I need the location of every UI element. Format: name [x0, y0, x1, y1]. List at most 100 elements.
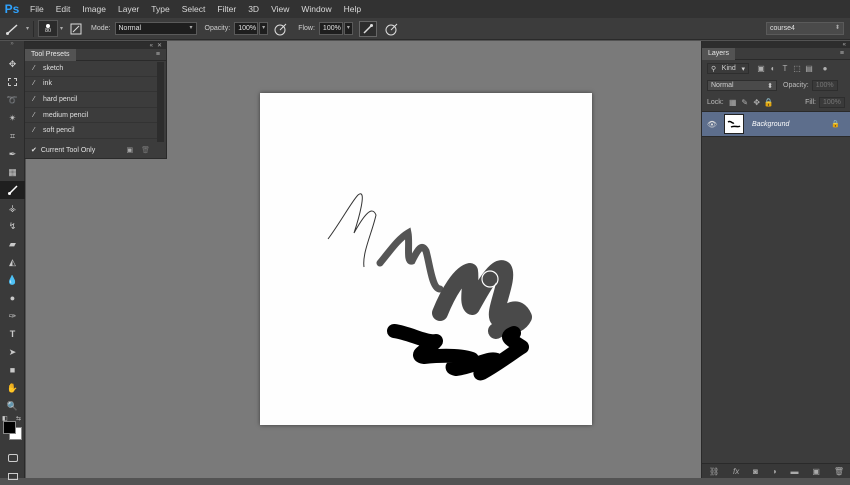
current-tool-only-label[interactable]: Current Tool Only [41, 147, 95, 154]
menu-3d[interactable]: 3D [242, 0, 265, 18]
trash-icon[interactable]: 🗑 [141, 146, 150, 154]
fill-label: Fill: [805, 99, 816, 106]
opacity-slider-toggle[interactable]: ▾ [259, 22, 269, 35]
brush-tool-icon[interactable] [0, 181, 25, 199]
menu-edit[interactable]: Edit [50, 0, 77, 18]
workspace-select[interactable]: course4 ⬍ [766, 22, 844, 35]
crop-tool-icon[interactable]: ⌗ [0, 127, 25, 145]
airbrush-icon[interactable] [358, 20, 377, 37]
filter-adjustment-icon[interactable]: ◐ [767, 64, 779, 73]
zoom-tool-icon[interactable]: 🔍 [0, 397, 25, 415]
history-brush-tool-icon[interactable]: ↯ [0, 217, 25, 235]
panel-menu-icon[interactable]: ≡ [840, 50, 844, 57]
preset-item-hard-pencil[interactable]: ⁄ hard pencil [25, 92, 157, 108]
marquee-tool-icon[interactable] [0, 73, 25, 91]
menu-view[interactable]: View [265, 0, 295, 18]
pressure-opacity-icon[interactable] [272, 21, 290, 37]
paint-bucket-tool-icon[interactable]: ◭ [0, 253, 25, 271]
new-preset-icon[interactable]: ▣ [126, 146, 133, 154]
menu-layer[interactable]: Layer [112, 0, 145, 18]
pen-tool-icon[interactable]: ✑ [0, 307, 25, 325]
opacity-input[interactable]: 100% [234, 22, 259, 35]
clone-stamp-tool-icon[interactable]: ⚶ [0, 199, 25, 217]
swap-colors-icon[interactable]: ⇆ [16, 415, 21, 422]
quick-mask-shape [7, 454, 18, 462]
tab-layers[interactable]: Layers [702, 47, 736, 60]
layer-opacity-input[interactable]: 100% [811, 80, 838, 91]
menu-help[interactable]: Help [338, 0, 367, 18]
healing-brush-tool-icon[interactable]: ▦ [0, 163, 25, 181]
foreground-color-swatch[interactable] [3, 421, 16, 434]
brush-panel-toggle-icon[interactable] [67, 21, 85, 37]
lock-pixels-icon[interactable]: ✎ [739, 98, 751, 107]
type-tool-icon[interactable]: T [0, 325, 25, 343]
preset-label: soft pencil [43, 127, 75, 135]
preset-item-soft-pencil[interactable]: ⁄ soft pencil [25, 123, 157, 139]
fill-input[interactable]: 100% [819, 97, 845, 108]
layer-name[interactable]: Background [752, 121, 789, 128]
close-panel-icon[interactable]: ✕ [157, 42, 162, 49]
collapse-panel-icon[interactable]: « [843, 42, 846, 48]
preset-item-medium-pencil[interactable]: ⁄ medium pencil [25, 108, 157, 124]
flow-input[interactable]: 100% [318, 22, 343, 35]
preset-item-ink[interactable]: ⁄ ink [25, 77, 157, 93]
mode-select[interactable]: Normal ▾ [114, 22, 197, 35]
path-selection-tool-icon[interactable]: ➤ [0, 343, 25, 361]
quick-mask-icon[interactable] [0, 449, 25, 467]
filter-kind-select[interactable]: ⚲ Kind ▾ [707, 63, 749, 74]
brush-tool-preset-icon[interactable] [0, 21, 26, 37]
link-layers-icon[interactable]: ⛓ [709, 467, 719, 476]
layer-style-icon[interactable]: fx [733, 467, 739, 476]
filter-type-icon[interactable]: T [779, 64, 791, 73]
filter-shape-icon[interactable]: ⬚ [791, 64, 803, 73]
chevron-down-icon[interactable]: ▾ [60, 25, 63, 32]
move-tool-icon[interactable]: ✥ [0, 55, 25, 73]
tool-presets-tabbar: Tool Presets ≡ [25, 48, 166, 61]
lock-all-icon[interactable]: 🔒 [763, 98, 775, 107]
adjustment-layer-icon[interactable]: ◑ [772, 467, 777, 476]
menu-window[interactable]: Window [295, 0, 337, 18]
preset-item-sketch[interactable]: ⁄ sketch [25, 61, 157, 77]
add-mask-icon[interactable]: ◙ [753, 467, 758, 476]
new-layer-icon[interactable]: ▣ [812, 467, 820, 476]
filter-smart-object-icon[interactable]: ▤ [803, 64, 815, 73]
trash-icon[interactable]: 🗑 [834, 467, 844, 476]
dodge-tool-icon[interactable]: ● [0, 289, 25, 307]
brush-size-picker[interactable]: 80 [38, 20, 59, 37]
chevron-down-icon: ▾ [189, 25, 193, 31]
screen-mode-icon[interactable] [0, 467, 25, 485]
marquee-shape [8, 78, 17, 86]
eyedropper-tool-icon[interactable]: ✒ [0, 145, 25, 163]
medium-pencil-stroke [376, 227, 444, 293]
checkmark-icon[interactable]: ✔ [31, 146, 37, 154]
pressure-size-icon[interactable] [383, 21, 401, 37]
menu-select[interactable]: Select [176, 0, 212, 18]
panel-menu-icon[interactable]: ≡ [156, 51, 160, 58]
blur-tool-icon[interactable]: 💧 [0, 271, 25, 289]
menu-type[interactable]: Type [145, 0, 175, 18]
filter-pixel-icon[interactable]: ▣ [755, 64, 767, 73]
hand-tool-icon[interactable]: ✋ [0, 379, 25, 397]
rectangle-tool-icon[interactable]: ■ [0, 361, 25, 379]
flow-slider-toggle[interactable]: ▾ [343, 22, 353, 35]
filter-toggle-icon[interactable]: ● [819, 64, 831, 73]
chevron-down-icon[interactable]: ▾ [26, 25, 29, 32]
lasso-tool-icon[interactable]: ➰ [0, 91, 25, 109]
menu-image[interactable]: Image [76, 0, 112, 18]
visibility-eye-icon[interactable]: 👁 [702, 120, 722, 129]
document-canvas[interactable] [260, 93, 592, 425]
lock-transparency-icon[interactable]: ▦ [727, 98, 739, 107]
quick-selection-tool-icon[interactable]: ✴ [0, 109, 25, 127]
collapse-panel-icon[interactable]: « [150, 43, 153, 49]
brush-size-value: 80 [44, 27, 52, 34]
lock-position-icon[interactable]: ✥ [751, 98, 763, 107]
new-group-icon[interactable]: ▬ [791, 467, 799, 476]
layer-row-background[interactable]: 👁 Background 🔒 [702, 111, 850, 137]
eraser-tool-icon[interactable]: ▰ [0, 235, 25, 253]
blend-mode-select[interactable]: Normal ⬍ [707, 80, 777, 91]
presets-scrollbar[interactable] [157, 62, 164, 142]
menu-filter[interactable]: Filter [211, 0, 242, 18]
tab-tool-presets[interactable]: Tool Presets [25, 48, 76, 61]
collapse-icon[interactable]: » [0, 41, 24, 49]
menu-file[interactable]: File [24, 0, 50, 18]
